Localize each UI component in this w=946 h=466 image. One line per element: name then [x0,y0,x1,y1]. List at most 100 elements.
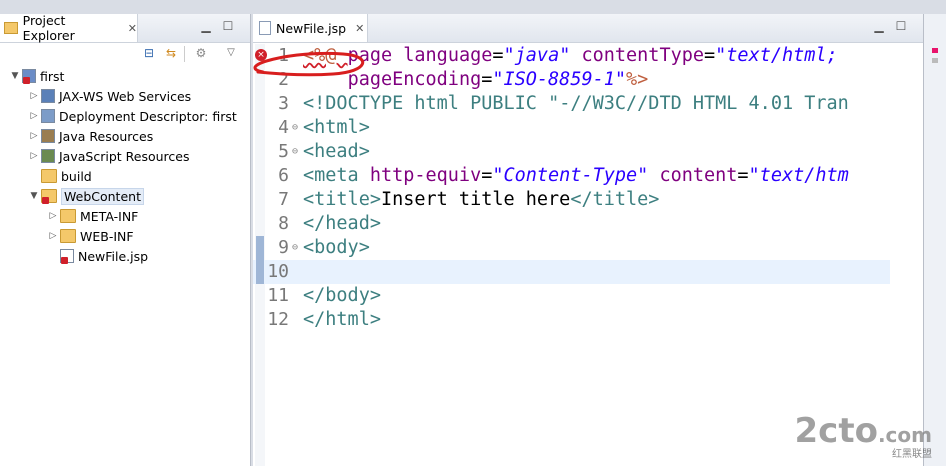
tree-item-label: JAX-WS Web Services [59,88,192,104]
code-area[interactable]: × 1 <%@ page language="java" contentType="… [253,44,923,466]
red-circle-annotation [253,51,365,77]
tree-item[interactable]: ▷ META-INF [46,206,139,226]
tab-project-explorer[interactable]: Project Explorer ✕ [0,13,138,43]
watermark-logo: 2cto.com 红黑联盟 [795,411,932,460]
collapsed-arrow-icon[interactable]: ▷ [27,111,41,121]
toolbar-separator [184,46,185,62]
collapsed-arrow-icon[interactable]: ▷ [27,91,41,101]
close-icon[interactable]: ✕ [128,22,137,35]
watermark-suffix: .com [877,423,932,447]
code-text: <head> [303,140,370,164]
code-line[interactable]: 5 ⊖ <head> [253,140,890,164]
code-line[interactable]: 9 ⊖ <body> [253,236,890,260]
code-line[interactable]: 10 [253,236,890,284]
code-token: "text/htm [748,165,849,186]
tree-item[interactable]: ▷ JavaScript Resources [27,146,190,166]
code-line[interactable]: 6 <meta http-equiv="Content-Type" content… [253,164,890,188]
link-with-editor-icon[interactable]: ⇆ [164,46,178,60]
tree-item-label: WEB-INF [80,228,134,244]
line-number: 8 [278,213,289,234]
watermark-main: 2cto [794,411,878,451]
tree-item[interactable]: ▷ Java Resources [27,126,154,146]
tree-item[interactable]: build [27,166,92,186]
code-line[interactable]: 3 <!DOCTYPE html PUBLIC "-//W3C//DTD HTML… [253,92,890,116]
code-text: <title>Insert title here</title> [303,188,659,212]
code-text: </body> [303,284,381,308]
jsp-file-icon [60,249,74,264]
tab-newfile-jsp[interactable]: NewFile.jsp ✕ [253,14,368,42]
code-token: %> [626,69,649,90]
line-number: 12 [267,309,289,330]
code-token: </body> [303,285,381,306]
tree-item[interactable]: NewFile.jsp [46,246,148,266]
web-folder-icon [41,189,57,204]
editor-tabbar: NewFile.jsp ✕ ▁ ☐ [253,14,923,43]
tree-item-label: JavaScript Resources [59,148,190,164]
line-number: 6 [278,165,289,186]
code-token: = [481,69,493,90]
explorer-tabbar: Project Explorer ✕ ▁ ☐ [0,13,250,43]
folder-icon [41,169,57,183]
line-number: 5 [278,141,289,162]
code-token: "Content-Type" [492,165,649,186]
fold-toggle-icon[interactable]: ⊖ [292,116,298,140]
collapsed-arrow-icon[interactable]: ▷ [46,231,60,241]
javascript-resources-icon [41,149,55,163]
tree-item[interactable]: ▷ Deployment Descriptor: first [27,106,237,126]
code-text: <meta http-equiv="Content-Type" content=… [303,164,849,188]
minimize-icon[interactable]: ▁ [873,20,885,32]
code-line[interactable]: 12 </html> [253,308,890,332]
tree-item-label: Java Resources [59,128,154,144]
deployment-descriptor-icon [41,109,55,123]
code-line[interactable]: 4 ⊖ <html> [253,116,890,140]
line-number: 3 [278,93,289,114]
tree-item-label: NewFile.jsp [78,248,149,264]
fold-toggle-icon[interactable]: ⊖ [292,140,298,164]
right-strip [923,14,946,466]
collapse-all-icon[interactable]: ⊟ [142,46,156,60]
editor-tab-label: NewFile.jsp [276,20,347,36]
project-icon [22,69,36,84]
collapsed-arrow-icon[interactable]: ▷ [27,131,41,141]
tree-item[interactable]: ▷ JAX-WS Web Services [27,86,192,106]
editor-panel: NewFile.jsp ✕ ▁ ☐ × 1 <%@ page language="j… [253,14,923,466]
code-token: "-//W3C//DTD HTML 4.01 Tran [548,93,849,114]
tree-item[interactable]: ▼ WebContent [27,186,144,206]
code-line[interactable]: 7 <title>Insert title here</title> [253,188,890,212]
code-text: </head> [303,212,381,236]
collapsed-arrow-icon[interactable]: ▷ [46,211,60,221]
minimize-icon[interactable]: ▁ [200,20,212,32]
code-token: = [481,165,493,186]
tree-item-label: Deployment Descriptor: first [59,108,237,124]
code-text: <body> [303,236,370,260]
filter-icon[interactable]: ⚙ [194,46,208,60]
code-token: http-equiv [369,165,482,186]
expanded-arrow-icon[interactable]: ▼ [27,191,41,201]
code-token: "ISO-8859-1" [492,69,627,90]
line-number: 4 [278,117,289,138]
code-token: "text/html; [715,45,838,66]
code-line[interactable]: 8 </head> [253,212,890,236]
folder-icon [60,209,76,223]
top-strip [0,0,946,14]
code-line[interactable]: 11 </body> [253,284,890,308]
line-number: 7 [278,189,289,210]
tree-item[interactable]: ▼ first [8,66,64,86]
maximize-icon[interactable]: ☐ [222,20,234,32]
code-token: "java" [503,45,571,66]
expanded-arrow-icon[interactable]: ▼ [8,71,22,81]
fold-toggle-icon[interactable]: ⊖ [292,236,298,260]
close-icon[interactable]: ✕ [355,22,364,35]
maximize-icon[interactable]: ☐ [895,20,907,32]
error-marker-icon [23,77,30,84]
web-services-icon [41,89,55,103]
code-token: <html> [303,117,370,138]
code-token: </title> [570,189,660,210]
overview-ruler-error-marker [932,48,938,53]
collapsed-arrow-icon[interactable]: ▷ [27,151,41,161]
tree-item[interactable]: ▷ WEB-INF [46,226,134,246]
code-text: </html> [303,308,381,332]
line-number: 10 [267,261,289,282]
project-explorer-icon [4,22,18,34]
